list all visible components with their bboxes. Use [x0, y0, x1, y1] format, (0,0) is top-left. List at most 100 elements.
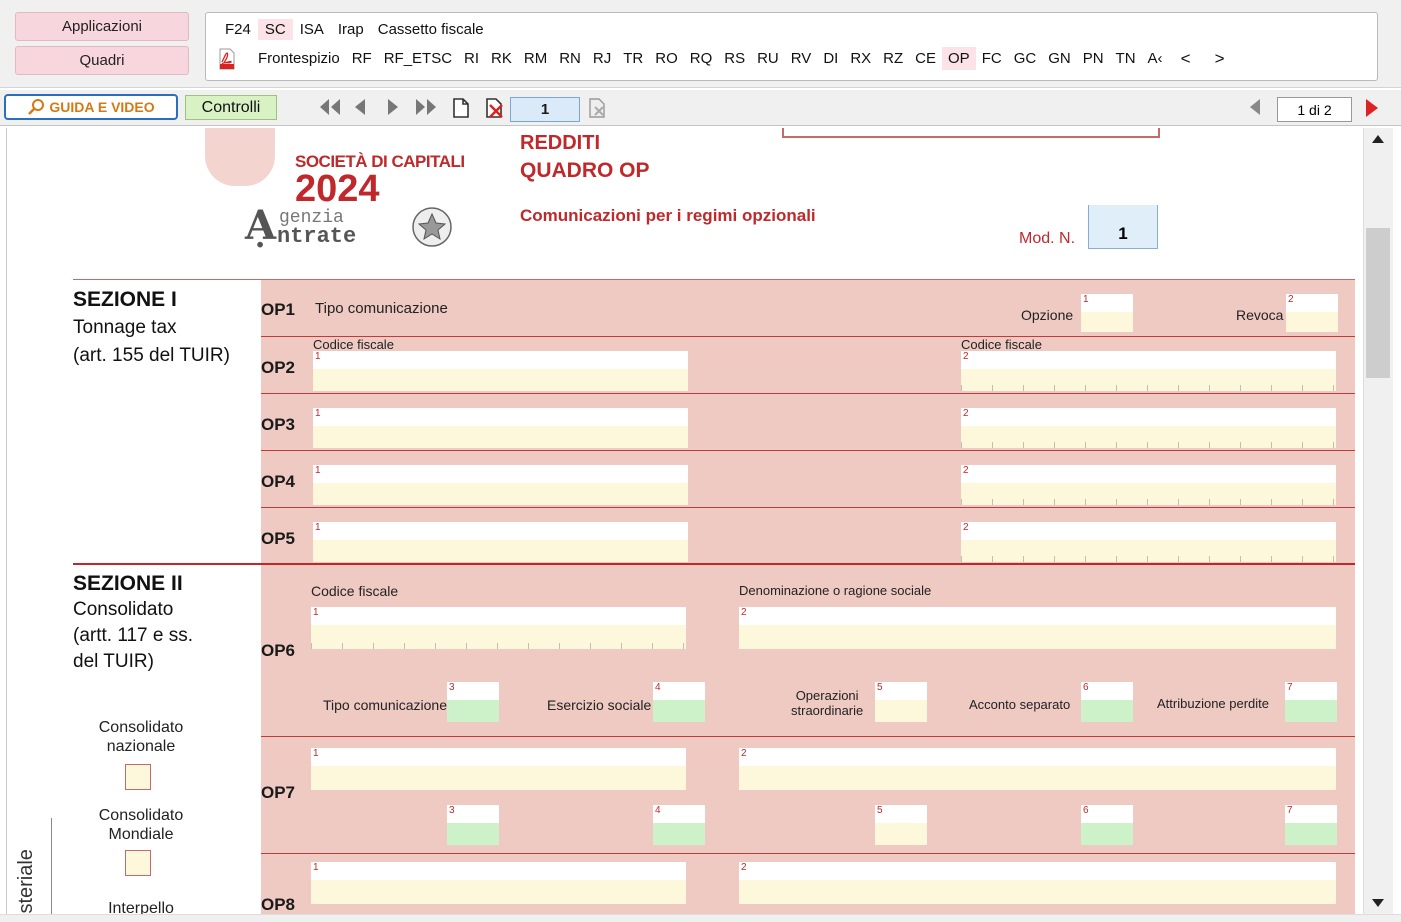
op7-denominazione[interactable]: 2 — [739, 748, 1336, 790]
interpello-label: Interpello — [108, 900, 174, 914]
vertical-scrollbar[interactable] — [1363, 128, 1393, 914]
quadro-tab-ce[interactable]: CE — [909, 47, 942, 70]
op6-denominazione[interactable]: 2 — [739, 607, 1336, 649]
mod-label: Mod. N. — [1019, 230, 1076, 247]
quadro-tab-rq[interactable]: RQ — [684, 47, 719, 70]
op2-cf1-label: Codice fiscale — [313, 337, 394, 352]
app-tab-sc[interactable]: SC — [257, 19, 293, 40]
current-page-input[interactable]: 1 — [510, 97, 580, 122]
op3-codice-fiscale-1[interactable]: 1 — [313, 408, 688, 448]
codice-fiscale-header-box — [782, 128, 1160, 138]
quadro-tab-fc[interactable]: FC — [976, 47, 1008, 70]
op8-codice-fiscale[interactable]: 1 — [311, 862, 686, 904]
quadro-tab-tn[interactable]: TN — [1110, 47, 1142, 70]
new-page-icon[interactable] — [451, 97, 471, 124]
consolidato-nazionale-checkbox[interactable] — [125, 764, 151, 790]
scroll-left-button[interactable]: < — [1173, 49, 1199, 69]
op6-tipo-comunicazione[interactable]: 3 — [447, 682, 499, 722]
controlli-button[interactable]: Controlli — [185, 95, 277, 120]
previous-page-icon[interactable] — [352, 97, 368, 122]
quadro-subtitle: Comunicazioni per i regimi opzionali — [520, 206, 816, 225]
quadro-tab-a[interactable]: A‹ — [1142, 47, 1169, 70]
mod-number-field[interactable]: 1 — [1088, 205, 1158, 249]
scrollbar-thumb[interactable] — [1366, 228, 1390, 378]
last-page-icon[interactable] — [414, 97, 438, 122]
quadro-tab-tr[interactable]: TR — [617, 47, 649, 70]
quadro-tab-rm[interactable]: RM — [518, 47, 553, 70]
op5-codice-fiscale-2[interactable]: 2 — [961, 522, 1336, 562]
quadro-tab-ro[interactable]: RO — [649, 47, 684, 70]
guida-video-button[interactable]: GUIDA E VIDEO — [4, 94, 178, 120]
quadro-tab-di[interactable]: DI — [817, 47, 844, 70]
goto-page-icon[interactable] — [587, 97, 609, 124]
op7-acconto-separato[interactable]: 6 — [1081, 805, 1133, 845]
app-tab-irap[interactable]: Irap — [331, 19, 371, 40]
toolbar: GUIDA E VIDEO Controlli 1 1 di 2 — [0, 90, 1401, 126]
op6-acconto-separato[interactable]: 6 — [1081, 682, 1133, 722]
quadro-tab-rz[interactable]: RZ — [877, 47, 909, 70]
quadro-tab-rs[interactable]: RS — [718, 47, 751, 70]
first-page-icon[interactable] — [318, 97, 342, 122]
next-module-icon[interactable] — [1364, 97, 1380, 124]
quadro-tab-rx[interactable]: RX — [844, 47, 877, 70]
op7-operazioni-straordinarie[interactable]: 5 — [875, 805, 927, 845]
consolidato-mondiale-checkbox[interactable] — [125, 850, 151, 876]
op6-operazioni-straordinarie[interactable]: 5 — [875, 682, 927, 722]
pdf-icon[interactable] — [218, 48, 236, 70]
op6-codice-fiscale[interactable]: 1 — [311, 607, 686, 649]
op1-code: OP1 — [261, 300, 296, 319]
op8-denominazione[interactable]: 2 — [739, 862, 1336, 904]
quadro-tab-ri[interactable]: RI — [458, 47, 485, 70]
quadro-tab-rk[interactable]: RK — [485, 47, 518, 70]
op3-codice-fiscale-2[interactable]: 2 — [961, 408, 1336, 448]
agency-logo-e: Ạ — [245, 202, 277, 249]
op7-tipo-comunicazione[interactable]: 3 — [447, 805, 499, 845]
quadro-tab-rf_etsc[interactable]: RF_ETSC — [378, 47, 458, 70]
op2-code: OP2 — [261, 358, 296, 377]
scroll-up-icon[interactable] — [1370, 132, 1386, 150]
op2-codice-fiscale-1[interactable]: 1 — [313, 351, 688, 391]
op4-codice-fiscale-2[interactable]: 2 — [961, 465, 1336, 505]
quadro-tab-rv[interactable]: RV — [785, 47, 818, 70]
scroll-down-icon[interactable] — [1370, 896, 1386, 914]
revoca-field[interactable]: 2 — [1286, 294, 1338, 332]
top-bar: Applicazioni Quadri F24 SC ISA Irap Cassetto… — [0, 0, 1401, 88]
quadro-tab-frontespizio[interactable]: Frontespizio — [252, 47, 346, 70]
app-tab-isa[interactable]: ISA — [293, 19, 331, 40]
op7-esercizio-sociale[interactable]: 4 — [653, 805, 705, 845]
quadri-button[interactable]: Quadri — [15, 46, 189, 75]
brand-year: 2024 — [295, 168, 380, 210]
delete-page-icon[interactable] — [484, 97, 506, 124]
quadro-tab-gn[interactable]: GN — [1042, 47, 1077, 70]
module-count: 1 di 2 — [1277, 97, 1352, 122]
agency-line2: ntrate — [277, 224, 357, 249]
emblem-icon — [411, 204, 453, 255]
quadro-tab-rn[interactable]: RN — [553, 47, 587, 70]
quadro-tab-op[interactable]: OP — [942, 47, 976, 70]
quadro-tab-rf[interactable]: RF — [346, 47, 378, 70]
consolidato-nazionale-label: Consolidato nazionale — [98, 719, 184, 755]
opzione-field[interactable]: 1 — [1081, 294, 1133, 332]
row-divider — [261, 853, 1355, 854]
app-tab-f24[interactable]: F24 — [218, 19, 258, 40]
op7-codice-fiscale[interactable]: 1 — [311, 748, 686, 790]
op6-esercizio-sociale[interactable]: 4 — [653, 682, 705, 722]
quadro-tab-ru[interactable]: RU — [751, 47, 785, 70]
app-tab-cassetto-fiscale[interactable]: Cassetto fiscale — [371, 19, 491, 40]
sezione2-line2: (artt. 117 e ss. — [73, 625, 194, 646]
next-page-icon[interactable] — [385, 97, 401, 122]
op2-codice-fiscale-2[interactable]: 2 — [961, 351, 1336, 391]
consolidato-mondiale-label: Consolidato Mondiale — [98, 807, 184, 843]
prev-module-icon[interactable] — [1247, 97, 1263, 122]
quadro-tab-gc[interactable]: GC — [1008, 47, 1043, 70]
quadro-tab-pn[interactable]: PN — [1077, 47, 1110, 70]
op6-attribuzione-perdite[interactable]: 7 — [1285, 682, 1337, 722]
op4-codice-fiscale-1[interactable]: 1 — [313, 465, 688, 505]
op5-codice-fiscale-1[interactable]: 1 — [313, 522, 688, 562]
logo-watermark — [205, 128, 275, 186]
applicazioni-button[interactable]: Applicazioni — [15, 12, 189, 41]
quadro-tab-rj[interactable]: RJ — [587, 47, 617, 70]
scroll-right-button[interactable]: > — [1207, 49, 1233, 69]
op7-attribuzione-perdite[interactable]: 7 — [1285, 805, 1337, 845]
quadri-tabs: Frontespizio RF RF_ETSC RI RK RM RN RJ TR RO RQ RS R… — [218, 47, 1233, 70]
